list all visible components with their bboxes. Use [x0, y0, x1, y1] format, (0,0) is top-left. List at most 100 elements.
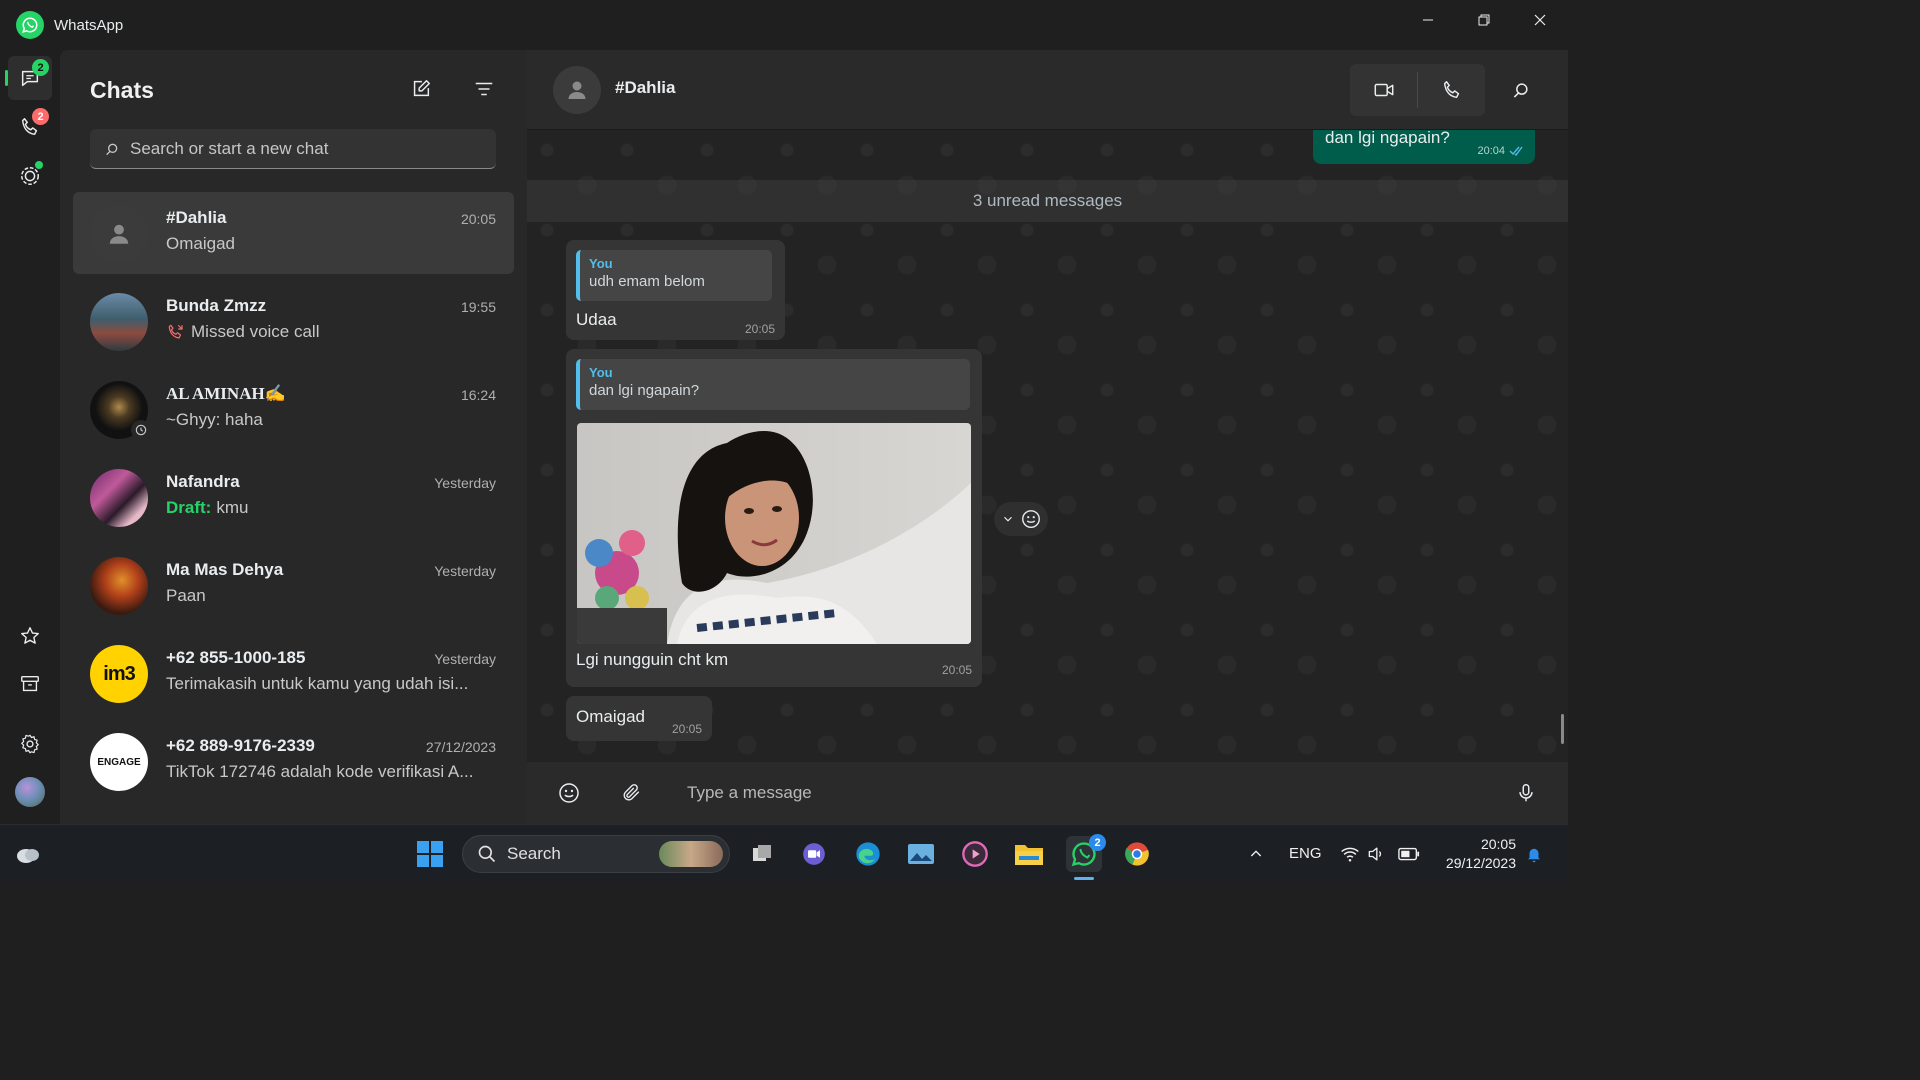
- chat-preview: Draft: kmu: [166, 498, 496, 518]
- rail-chats-button[interactable]: 2: [5, 56, 52, 100]
- chat-time: 20:05: [460, 211, 496, 227]
- speaker-icon: [1368, 847, 1382, 861]
- outgoing-message[interactable]: dan lgi ngapain? 20:04: [1313, 130, 1535, 164]
- taskbar-search-box[interactable]: Search: [462, 835, 730, 873]
- weather-widget-button[interactable]: [10, 836, 46, 872]
- rail-starred-button[interactable]: [8, 614, 52, 658]
- unread-label: 3 unread messages: [972, 191, 1123, 210]
- rail-archived-button[interactable]: [8, 662, 52, 706]
- input-language-indicator[interactable]: ENG: [1289, 845, 1322, 862]
- calls-missed-badge: 2: [32, 108, 49, 125]
- chat-item-dahlia[interactable]: #Dahlia 20:05 Omaigad: [73, 192, 514, 274]
- windows-taskbar: Search 2 ENG 20:05 29/12/2023: [0, 824, 1568, 882]
- volume-button[interactable]: [1362, 836, 1390, 872]
- teams-button[interactable]: [796, 836, 832, 872]
- filter-icon: [475, 82, 493, 96]
- quoted-reply[interactable]: You udh emam belom: [576, 250, 772, 301]
- chat-preview-text: TikTok 172746 adalah kode verifikasi A..…: [166, 762, 474, 781]
- microphone-icon: [1519, 784, 1533, 802]
- whatsapp-taskbar-button[interactable]: 2: [1066, 834, 1106, 872]
- voice-message-button[interactable]: [1508, 775, 1544, 811]
- incoming-photo-message[interactable]: You dan lgi ngapain? Lgi nungguin cht km…: [566, 349, 982, 687]
- contact-avatar: [90, 469, 148, 527]
- incoming-message[interactable]: Omaigad 20:05: [566, 696, 712, 741]
- task-view-icon: [753, 845, 771, 861]
- edge-browser-button[interactable]: [850, 836, 886, 872]
- message-text: dan lgi ngapain?: [1325, 130, 1450, 147]
- chat-preview-text: Missed voice call: [191, 322, 320, 341]
- search-in-chat-button[interactable]: [1505, 74, 1537, 106]
- file-explorer-button[interactable]: [1011, 836, 1047, 872]
- chrome-button[interactable]: [1119, 836, 1155, 872]
- chat-search-input[interactable]: [130, 138, 470, 159]
- chat-item-ma-mas-dehya[interactable]: Ma Mas Dehya Yesterday Paan: [73, 544, 514, 626]
- system-clock[interactable]: 20:05 29/12/2023: [1446, 835, 1516, 873]
- quoted-reply[interactable]: You dan lgi ngapain?: [576, 359, 970, 410]
- incoming-message[interactable]: You udh emam belom Udaa 20:05: [566, 240, 785, 340]
- active-app-indicator: [1074, 877, 1094, 880]
- rail-settings-button[interactable]: [8, 722, 52, 766]
- engage-logo-text: ENGAGE: [97, 756, 141, 768]
- archive-icon: [21, 675, 39, 692]
- folder-icon: [1015, 845, 1043, 865]
- message-area[interactable]: dan lgi ngapain? 20:04 3 unread messages…: [527, 130, 1568, 762]
- message-time: 20:05: [941, 663, 972, 677]
- rail-calls-button[interactable]: 2: [8, 105, 52, 149]
- filter-chats-button[interactable]: [468, 73, 500, 105]
- emoji-icon: [1021, 510, 1040, 528]
- chat-preview: Terimakasih untuk kamu yang udah isi...: [166, 674, 496, 694]
- contact-name[interactable]: #Dahlia: [615, 78, 675, 98]
- emoji-button[interactable]: [551, 775, 587, 811]
- edge-browser-icon: [856, 842, 880, 866]
- windows-logo-icon: [417, 841, 443, 867]
- chat-item-engage[interactable]: ENGAGE +62 889-9176-2339 27/12/2023 TikT…: [73, 720, 514, 802]
- video-camera-icon: [1374, 83, 1393, 97]
- message-composer: [527, 762, 1568, 824]
- minimize-button[interactable]: [1400, 0, 1456, 40]
- chat-preview-text: Omaigad: [166, 234, 235, 253]
- contact-avatar-button[interactable]: [553, 66, 601, 114]
- message-time: 20:05: [744, 322, 775, 336]
- photos-app-button[interactable]: [903, 836, 939, 872]
- unread-messages-divider: 3 unread messages: [527, 180, 1568, 222]
- message-scrollbar[interactable]: [1561, 714, 1564, 744]
- chat-item-al-aminah[interactable]: AL AMINAH✍ 16:24 ~Ghyy: haha: [73, 368, 514, 450]
- rail-status-button[interactable]: [8, 154, 52, 198]
- restore-button[interactable]: [1456, 0, 1512, 40]
- chat-item-im3[interactable]: im3 +62 855-1000-185 Yesterday Terimakas…: [73, 632, 514, 714]
- chat-list-header: Chats: [90, 72, 507, 108]
- chat-preview: TikTok 172746 adalah kode verifikasi A..…: [166, 762, 496, 782]
- video-call-button[interactable]: [1350, 64, 1417, 116]
- close-button[interactable]: [1512, 0, 1568, 40]
- chat-search-box[interactable]: [90, 129, 496, 169]
- chat-preview-text: kmu: [216, 498, 249, 517]
- show-hidden-icons-button[interactable]: [1240, 836, 1272, 872]
- chat-preview: Omaigad: [166, 234, 496, 254]
- media-player-button[interactable]: [957, 836, 993, 872]
- chat-item-bunda-zmzz[interactable]: Bunda Zmzz 19:55 Missed voice call: [73, 280, 514, 362]
- message-input[interactable]: [687, 778, 1487, 808]
- chat-list-panel: Chats #Dahlia 20:05 Omaigad Bunda Zmzz 1…: [60, 50, 527, 824]
- search-icon: [478, 845, 496, 863]
- chat-item-nafandra[interactable]: Nafandra Yesterday Draft: kmu: [73, 456, 514, 538]
- title-bar: WhatsApp: [0, 0, 1568, 50]
- message-options-button[interactable]: [1001, 512, 1015, 526]
- chat-preview: ~Ghyy: haha: [166, 410, 496, 430]
- notifications-button[interactable]: [1518, 836, 1550, 872]
- chat-time: Yesterday: [434, 563, 496, 579]
- chat-time: 16:24: [460, 387, 496, 403]
- react-button[interactable]: [1020, 508, 1042, 530]
- quote-author: You: [589, 365, 613, 380]
- clock-time: 20:05: [1480, 836, 1516, 852]
- task-view-button[interactable]: [744, 836, 780, 872]
- message-photo[interactable]: [577, 423, 971, 644]
- rail-profile-button[interactable]: [8, 770, 52, 814]
- new-chat-button[interactable]: [405, 73, 437, 105]
- voice-call-button[interactable]: [1418, 64, 1485, 116]
- app-title: WhatsApp: [54, 16, 124, 34]
- paperclip-icon: [623, 784, 640, 801]
- start-button[interactable]: [412, 836, 448, 872]
- battery-button[interactable]: [1393, 836, 1425, 872]
- attach-button[interactable]: [614, 775, 650, 811]
- play-icon: [962, 841, 988, 867]
